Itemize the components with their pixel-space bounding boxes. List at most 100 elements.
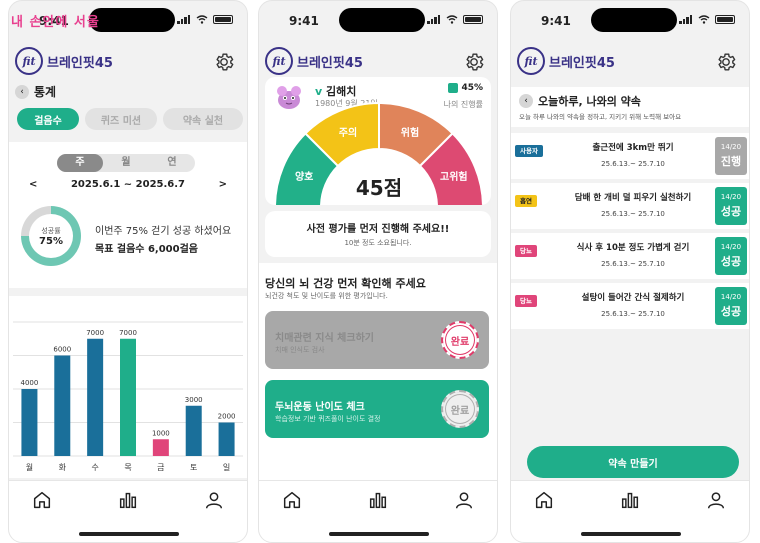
promise-count: 14/20 xyxy=(720,243,742,251)
notice-sub: 10분 정도 소요됩니다. xyxy=(344,239,412,247)
bar-수 xyxy=(87,338,104,456)
item-title: 치매관련 지식 체크하기 xyxy=(275,333,374,344)
user-name: ⅴ 김해치 xyxy=(315,85,357,98)
back-row: ‹ 통계 xyxy=(15,83,56,100)
signal-icon xyxy=(177,15,191,24)
dementia-knowledge-check-button[interactable]: 치매관련 지식 체크하기 치매 인식도 검사 완료 xyxy=(265,311,489,369)
bar-value-label: 7000 xyxy=(86,329,104,337)
page-title: 오늘하루, 나와의 약속 xyxy=(538,95,641,108)
promise-date: 25.6.13.~ 25.7.10 xyxy=(601,160,665,168)
home-icon[interactable] xyxy=(533,489,555,511)
bar-금 xyxy=(152,439,169,456)
dynamic-island xyxy=(89,8,175,32)
profile-icon[interactable] xyxy=(203,489,225,511)
app-bar: fit 브레인핏45 xyxy=(511,45,749,79)
promise-date: 25.6.13.~ 25.7.10 xyxy=(601,210,665,218)
promise-title: 설탕이 들어간 간식 절제하기 xyxy=(581,293,685,303)
tab-promise-practice[interactable]: 약속 실천 xyxy=(163,108,243,130)
chart-icon[interactable] xyxy=(367,489,389,511)
bars-icon xyxy=(448,83,459,93)
gauge-label: 위험 xyxy=(401,126,419,139)
dynamic-island xyxy=(339,8,425,32)
prev-arrow[interactable]: < xyxy=(29,179,37,190)
gear-icon[interactable] xyxy=(715,51,737,73)
score-value: 45점 xyxy=(356,176,402,200)
make-promise-button[interactable]: 약속 만들기 xyxy=(527,446,739,478)
donut-label: 성공률 xyxy=(41,226,61,235)
promise-date: 25.6.13.~ 25.7.10 xyxy=(601,260,665,268)
promise-count: 14/20 xyxy=(720,193,742,201)
app-name: 브레인핏45 xyxy=(47,55,113,71)
notice-title: 사전 평가를 먼저 진행해 주세요!! xyxy=(306,224,450,235)
app-name: 브레인핏45 xyxy=(549,55,615,71)
progress-value: 45% xyxy=(461,83,483,93)
stat-tabs: 걸음수 퀴즈 미션 약속 실천 xyxy=(17,108,243,130)
profile-icon[interactable] xyxy=(705,489,727,511)
promise-title: 담배 한 개비 덜 피우기 실천하기 xyxy=(574,193,692,203)
home-icon[interactable] xyxy=(281,489,303,511)
app-logo[interactable]: fit 브레인핏45 xyxy=(265,47,363,75)
donut-value: 75% xyxy=(39,235,63,247)
success-donut: 성공률 75% xyxy=(21,206,81,266)
pre-assessment-notice[interactable]: 사전 평가를 먼저 진행해 주세요!! 10분 정도 소요됩니다. xyxy=(265,211,491,257)
promise-item[interactable]: 당뇨 식사 후 10분 정도 가볍게 걷기 25.6.13.~ 25.7.10 14/… xyxy=(511,233,749,279)
promise-item[interactable]: 사용자 출근전에 3km만 뛰기 25.6.13.~ 25.7.10 14/20 진행 xyxy=(511,133,749,179)
wifi-icon xyxy=(446,15,458,24)
phone-promises: 9:41 fit 브레인핏45 ‹ 오늘하루, 나와의 약속 오늘 하루 나와의… xyxy=(510,0,750,543)
bar-value-label: 3000 xyxy=(185,396,203,404)
bottom-nav xyxy=(259,480,497,542)
back-icon[interactable]: ‹ xyxy=(519,94,533,108)
profile-icon[interactable] xyxy=(453,489,475,511)
status-icons xyxy=(427,15,483,24)
app-logo[interactable]: fit 브레인핏45 xyxy=(517,47,615,75)
gear-icon[interactable] xyxy=(463,51,485,73)
difficulty-check-button[interactable]: 두뇌운동 난이도 체크 학습정보 기반 퀴즈풀이 난이도 결정 완료 xyxy=(265,380,489,438)
logo-mark: fit xyxy=(265,47,293,75)
phone-statistics: 내 손안에 서울 9:41 fit 브레인핏45 ‹ 통계 걸음수 퀴즈 미션 … xyxy=(8,0,248,543)
home-indicator xyxy=(79,532,179,536)
screenshot: 내 손안에 서울 9:41 fit 브레인핏45 ‹ 통계 걸음수 퀴즈 미션 … xyxy=(0,0,760,543)
logo-mark: fit xyxy=(15,47,43,75)
back-icon[interactable]: ‹ xyxy=(15,84,29,99)
status-badge: 14/20 성공 xyxy=(715,237,747,275)
battery-icon xyxy=(715,15,735,24)
date-range-row: < 2025.6.1 ~ 2025.6.7 > xyxy=(29,179,227,190)
bar-chart-svg: 4000 월 6000 화 7000 수 7000 목 1000 금 3000 토 2000 일 xyxy=(13,321,243,472)
item-sub: 학습정보 기반 퀴즈풀이 난이도 결정 xyxy=(275,415,381,423)
promise-count: 14/20 xyxy=(720,143,742,151)
bar-value-label: 1000 xyxy=(152,429,170,437)
home-indicator xyxy=(581,532,681,536)
gauge-label: 고위험 xyxy=(440,170,468,183)
home-indicator xyxy=(329,532,429,536)
section-title: 당신의 뇌 건강 먼저 확인해 주세요 xyxy=(265,277,426,290)
signal-icon xyxy=(679,15,693,24)
progress-value-row: 45% xyxy=(448,83,483,93)
promise-title: 식사 후 10분 정도 가볍게 걷기 xyxy=(576,243,690,253)
success-message: 이번주 75% 걷기 성공 하셨어요 xyxy=(95,226,232,237)
x-tick-label: 토 xyxy=(190,463,197,472)
chart-icon[interactable] xyxy=(117,489,139,511)
status-icons xyxy=(177,15,233,24)
status-badge: 14/20 성공 xyxy=(715,187,747,225)
home-icon[interactable] xyxy=(31,489,53,511)
chart-icon[interactable] xyxy=(619,489,641,511)
period-week[interactable]: 주 xyxy=(57,154,103,172)
period-selector: 주 월 연 xyxy=(57,154,195,172)
x-tick-label: 일 xyxy=(223,463,230,472)
bar-화 xyxy=(54,355,71,456)
app-logo[interactable]: fit 브레인핏45 xyxy=(15,47,113,75)
gauge-label: 주의 xyxy=(339,126,357,139)
battery-icon xyxy=(213,15,233,24)
profile-card: ⅴ 김해치 1980년 9월 21일 45% 나의 진행률 양호 주의 위험 고위험 4… xyxy=(265,77,491,205)
period-year[interactable]: 연 xyxy=(149,154,195,172)
tab-steps[interactable]: 걸음수 xyxy=(17,108,79,130)
next-arrow[interactable]: > xyxy=(219,179,227,190)
tab-quiz-mission[interactable]: 퀴즈 미션 xyxy=(85,108,157,130)
promise-item[interactable]: 당뇨 설탕이 들어간 간식 절제하기 25.6.13.~ 25.7.10 14/20 성… xyxy=(511,283,749,329)
promise-title: 출근전에 3km만 뛰기 xyxy=(592,143,674,153)
item-title: 두뇌운동 난이도 체크 xyxy=(275,402,365,413)
gear-icon[interactable] xyxy=(213,51,235,73)
period-month[interactable]: 월 xyxy=(103,154,149,172)
promise-item[interactable]: 흡연 담배 한 개비 덜 피우기 실천하기 25.6.13.~ 25.7.10 14/… xyxy=(511,183,749,229)
app-name: 브레인핏45 xyxy=(297,55,363,71)
